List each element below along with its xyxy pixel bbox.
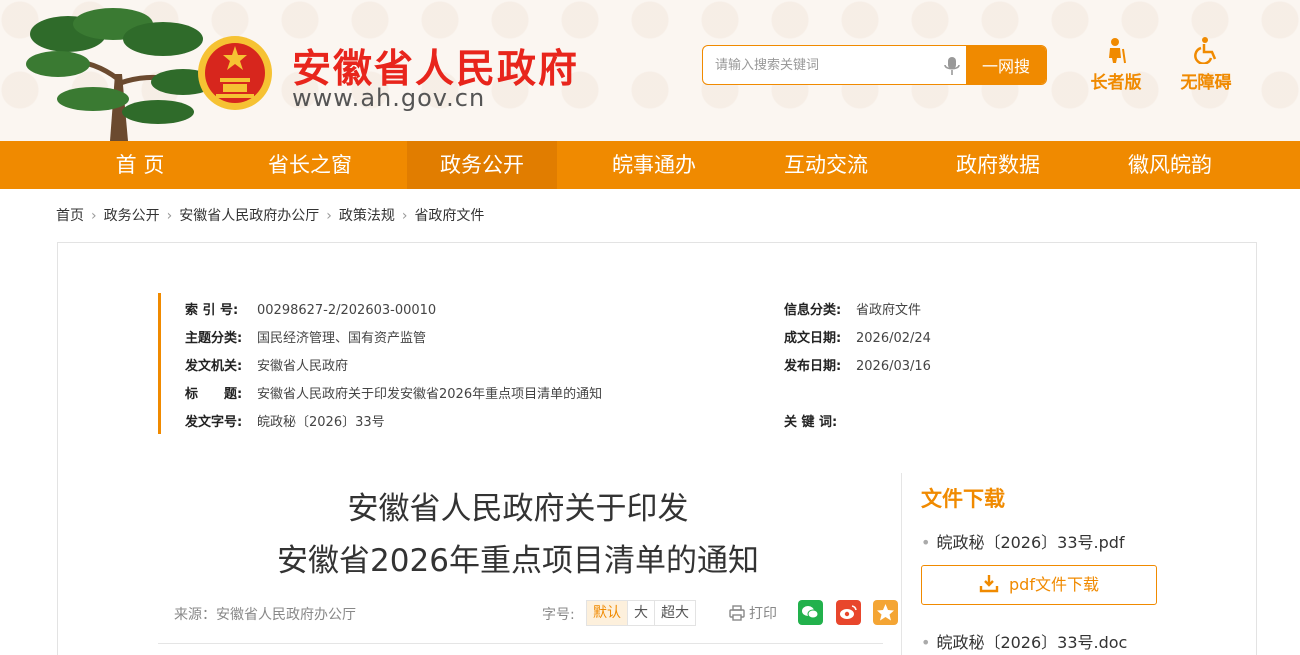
bullet-icon: • bbox=[921, 633, 931, 652]
meta-title: 标 题: 安徽省人民政府关于印发安徽省2026年重点项目清单的通知 bbox=[185, 387, 603, 402]
favorite-star-icon[interactable] bbox=[873, 600, 898, 625]
search-button[interactable]: 一网搜 bbox=[966, 46, 1046, 84]
pdf-download-button[interactable]: pdf文件下载 bbox=[921, 565, 1157, 605]
document-title-line2: 安徽省2026年重点项目清单的通知 bbox=[277, 543, 759, 579]
bullet-icon: • bbox=[921, 533, 931, 552]
meta-issuer: 发文机关: 安徽省人民政府 bbox=[185, 359, 349, 374]
font-size-xlarge[interactable]: 超大 bbox=[655, 601, 695, 625]
content-divider bbox=[158, 643, 883, 644]
content-panel: 索 引 号: 00298627-2/202603-00010 主题分类: 国民经济管… bbox=[57, 242, 1257, 655]
print-button[interactable]: 打印 bbox=[729, 603, 777, 623]
meta-topic: 主题分类: 国民经济管理、国有资产监管 bbox=[185, 331, 427, 346]
printer-icon bbox=[729, 605, 745, 621]
sidebar-divider bbox=[901, 473, 902, 655]
nav-item-home[interactable]: 首 页 bbox=[65, 141, 215, 189]
breadcrumb: 首页 › 政务公开 › 安徽省人民政府办公厅 › 政策法规 › 省政府文件 bbox=[56, 205, 484, 225]
main-nav: 首 页 省长之窗 政务公开 皖事通办 互动交流 政府数据 徽风皖韵 bbox=[0, 141, 1300, 189]
meta-created-date: 成文日期: 2026/02/24 bbox=[784, 331, 931, 346]
nav-item-gov-affairs[interactable]: 政务公开 bbox=[407, 141, 557, 189]
document-toolbar: 来源：安徽省人民政府办公厅 字号: 默认 大 超大 打印 bbox=[174, 599, 898, 627]
wheelchair-icon bbox=[1194, 37, 1217, 64]
print-label: 打印 bbox=[749, 606, 777, 622]
elder-mode-link[interactable]: 长者版 bbox=[1084, 36, 1148, 93]
nav-item-governor[interactable]: 省长之窗 bbox=[235, 141, 385, 189]
search-box: 一网搜 bbox=[702, 45, 1047, 85]
font-size-large[interactable]: 大 bbox=[628, 601, 655, 625]
breadcrumb-office[interactable]: 安徽省人民政府办公厅 bbox=[179, 208, 319, 224]
download-file-doc[interactable]: • 皖政秘〔2026〕33号.doc bbox=[921, 629, 1127, 653]
meta-info-category: 信息分类: 省政府文件 bbox=[784, 303, 922, 318]
breadcrumb-documents[interactable]: 省政府文件 bbox=[414, 208, 484, 224]
chevron-right-icon: › bbox=[401, 208, 408, 224]
nav-item-culture[interactable]: 徽风皖韵 bbox=[1095, 141, 1245, 189]
wechat-share-icon[interactable] bbox=[798, 600, 823, 625]
chevron-right-icon: › bbox=[166, 208, 173, 224]
font-size-default[interactable]: 默认 bbox=[587, 601, 628, 625]
search-input[interactable] bbox=[703, 46, 965, 84]
document-meta: 索 引 号: 00298627-2/202603-00010 主题分类: 国民经济管… bbox=[158, 293, 1058, 434]
document-source: 来源：安徽省人民政府办公厅 bbox=[174, 607, 356, 623]
chevron-right-icon: › bbox=[91, 208, 97, 224]
download-section-title: 文件下载 bbox=[921, 487, 1005, 511]
font-size-label: 字号: bbox=[542, 607, 575, 623]
nav-item-gov-data[interactable]: 政府数据 bbox=[923, 141, 1073, 189]
download-icon bbox=[979, 575, 999, 593]
download-file-pdf[interactable]: • 皖政秘〔2026〕33号.pdf bbox=[921, 529, 1125, 553]
document-title-line1: 安徽省人民政府关于印发 bbox=[347, 491, 689, 527]
nav-item-interaction[interactable]: 互动交流 bbox=[751, 141, 901, 189]
accessibility-mode-link[interactable]: 无障碍 bbox=[1174, 36, 1238, 93]
site-url: www.ah.gov.cn bbox=[292, 84, 486, 112]
breadcrumb-home[interactable]: 首页 bbox=[56, 208, 84, 224]
meta-doc-no: 发文字号: 皖政秘〔2026〕33号 bbox=[185, 415, 385, 430]
site-header: 安徽省人民政府 www.ah.gov.cn 一网搜 长者版 无障碍 bbox=[0, 0, 1300, 141]
font-size-options: 默认 大 超大 bbox=[586, 600, 696, 626]
microphone-icon[interactable] bbox=[943, 56, 961, 76]
national-emblem-icon bbox=[198, 36, 272, 110]
meta-publish-date: 发布日期: 2026/03/16 bbox=[784, 359, 931, 374]
breadcrumb-policy[interactable]: 政策法规 bbox=[339, 208, 395, 224]
pine-tree-logo-icon bbox=[26, 8, 215, 141]
document-title: 安徽省人民政府关于印发 安徽省2026年重点项目清单的通知 bbox=[138, 483, 898, 587]
weibo-share-icon[interactable] bbox=[836, 600, 861, 625]
nav-item-services[interactable]: 皖事通办 bbox=[579, 141, 729, 189]
breadcrumb-gov-affairs[interactable]: 政务公开 bbox=[104, 208, 160, 224]
elder-icon bbox=[1109, 38, 1126, 64]
meta-keywords: 关 键 词: bbox=[784, 415, 838, 430]
elder-mode-label: 长者版 bbox=[1090, 73, 1142, 93]
meta-index-no: 索 引 号: 00298627-2/202603-00010 bbox=[185, 303, 437, 318]
chevron-right-icon: › bbox=[326, 208, 332, 224]
accessibility-mode-label: 无障碍 bbox=[1180, 73, 1232, 93]
